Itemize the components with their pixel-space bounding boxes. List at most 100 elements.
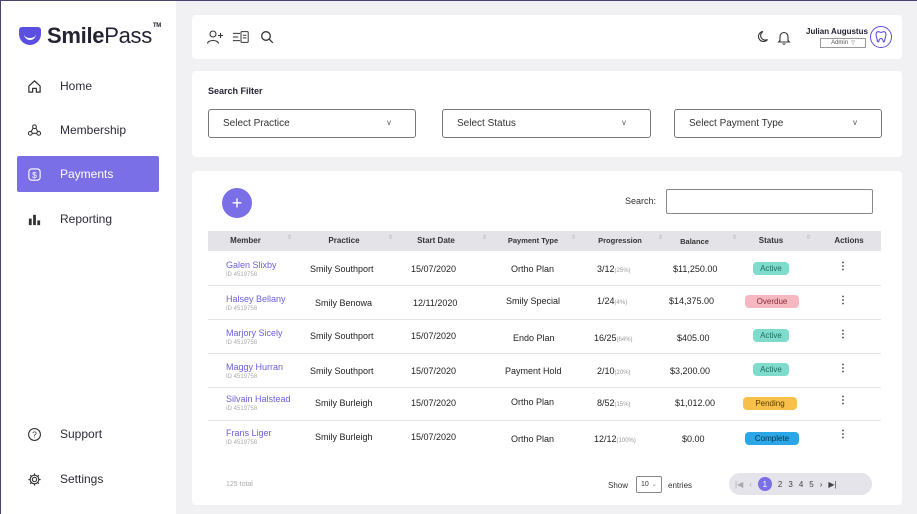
col-header-payment-type[interactable]: Payment Type <box>493 236 573 245</box>
tooth-icon <box>875 31 887 43</box>
next-page-icon[interactable]: › <box>820 480 823 489</box>
nav-item-membership[interactable]: Membership <box>17 112 159 148</box>
home-icon <box>25 77 43 95</box>
more-actions-icon[interactable]: ⋮ <box>838 363 848 374</box>
svg-text:$: $ <box>32 169 37 179</box>
avatar[interactable] <box>870 26 892 48</box>
more-actions-icon[interactable]: ⋮ <box>838 295 848 306</box>
sort-icon[interactable]: ⇳ <box>571 235 576 241</box>
member-name-link[interactable]: Galen Slixby <box>226 260 277 270</box>
sort-icon[interactable]: ⇳ <box>806 235 811 241</box>
progression-cell: 1/24(4%) <box>597 296 627 306</box>
progression-cell: 3/12(25%) <box>597 264 631 274</box>
select-status-label: Select Status <box>457 118 516 129</box>
select-practice[interactable]: Select Practice v <box>208 109 416 138</box>
search-icon[interactable] <box>258 28 276 46</box>
col-header-start-date[interactable]: Start Date <box>401 236 471 245</box>
add-payment-button[interactable]: + <box>222 188 252 218</box>
svg-text:?: ? <box>32 429 37 439</box>
member-name-link[interactable]: Frans Liger <box>226 428 272 438</box>
col-header-balance[interactable]: Balance <box>667 237 722 246</box>
add-user-icon[interactable] <box>206 28 224 46</box>
page-size-select[interactable]: 10 ⌄ <box>636 476 662 493</box>
nav-label-payments: Payments <box>60 167 114 181</box>
page-button[interactable]: 2 <box>778 480 782 489</box>
progression-cell: 16/25(64%) <box>594 333 633 343</box>
progression-value: 8/52 <box>597 398 615 408</box>
start-date-cell: 15/07/2020 <box>411 366 457 376</box>
progression-value: 3/12 <box>597 264 615 274</box>
dollar-icon: $ <box>25 165 43 183</box>
nav-item-payments[interactable]: $ Payments <box>17 156 159 192</box>
more-actions-icon[interactable]: ⋮ <box>838 261 848 272</box>
nav-item-settings[interactable]: Settings <box>17 461 159 497</box>
progression-value: 16/25 <box>594 333 617 343</box>
sort-icon[interactable]: ⇳ <box>388 235 393 241</box>
last-page-icon[interactable]: ▶| <box>828 480 836 489</box>
list-edit-icon[interactable] <box>232 28 250 46</box>
page-button[interactable]: 3 <box>788 480 792 489</box>
chevron-down-icon: v <box>853 118 857 127</box>
nav-item-support[interactable]: ? Support <box>17 416 159 452</box>
chevron-down-icon: v <box>387 118 391 127</box>
show-label: Show <box>608 481 629 490</box>
sort-icon[interactable]: ⇳ <box>732 235 737 241</box>
table-row[interactable]: Galen Slixby ID 4519758 Smily Southport … <box>208 252 881 286</box>
member-name-link[interactable]: Maggy Hurran <box>226 362 283 372</box>
table-row[interactable]: Silvain Halstead ID 4519758 Smily Burlei… <box>208 387 881 421</box>
prev-page-icon[interactable]: ‹ <box>749 480 752 489</box>
payment-type-cell: Payment Hold <box>505 366 562 376</box>
balance-cell: $0.00 <box>682 434 705 444</box>
moon-icon[interactable] <box>755 28 773 46</box>
progression-percent: (100%) <box>616 438 636 444</box>
member-name-link[interactable]: Halsey Bellany <box>226 294 286 304</box>
more-actions-icon[interactable]: ⋮ <box>838 429 848 440</box>
table-row[interactable]: Marjory Sicely ID 4519758 Smily Southpor… <box>208 320 881 354</box>
user-name: Julian Augustus <box>806 27 868 36</box>
chevron-down-icon: ▽ <box>851 40 855 46</box>
payments-table-panel: + Search: Member ⇳ Practice ⇳ Start Date… <box>192 171 902 505</box>
sort-icon[interactable]: ⇳ <box>482 235 487 241</box>
start-date-cell: 15/07/2020 <box>411 432 457 442</box>
nav-item-home[interactable]: Home <box>17 68 159 104</box>
more-actions-icon[interactable]: ⋮ <box>838 395 848 406</box>
select-payment-type[interactable]: Select Payment Type v <box>674 109 882 138</box>
practice-cell: Smily Benowa <box>315 298 373 308</box>
logo[interactable]: SmilePassTM <box>19 23 161 49</box>
more-actions-icon[interactable]: ⋮ <box>838 329 848 340</box>
sort-icon[interactable]: ⇳ <box>287 235 292 241</box>
practice-cell: Smily Burleigh <box>315 398 373 408</box>
payment-type-cell: Endo Plan <box>513 333 555 343</box>
col-header-actions: Actions <box>834 236 864 245</box>
select-status[interactable]: Select Status v <box>442 109 651 138</box>
table-row[interactable]: Frans Liger ID 4519758 Smily Burleigh 15… <box>208 421 881 455</box>
member-name-link[interactable]: Silvain Halstead <box>226 394 291 404</box>
progression-percent: (4%) <box>614 300 628 306</box>
table-row[interactable]: Halsey Bellany ID 4519758 Smily Benowa 1… <box>208 286 881 320</box>
start-date-cell: 15/07/2020 <box>411 398 457 408</box>
chevron-down-icon: v <box>622 118 626 127</box>
brand-name-light: Pass <box>104 23 152 48</box>
col-header-member[interactable]: Member <box>218 236 273 245</box>
table-row[interactable]: Maggy Hurran ID 4519758 Smily Southport … <box>208 354 881 388</box>
sort-icon[interactable]: ⇳ <box>658 235 663 241</box>
page-button[interactable]: 5 <box>809 480 813 489</box>
practice-cell: Smily Southport <box>310 331 374 341</box>
search-input[interactable] <box>666 189 873 214</box>
col-header-practice[interactable]: Practice <box>314 236 374 245</box>
member-name-link[interactable]: Marjory Sicely <box>226 328 283 338</box>
role-dropdown[interactable]: Admin ▽ <box>820 38 866 48</box>
search-label: Search: <box>625 196 657 206</box>
smile-logo-icon <box>19 27 41 45</box>
member-id: ID 4519758 <box>226 440 258 446</box>
balance-cell: $11,250.00 <box>673 264 718 274</box>
col-header-progression[interactable]: Progression <box>583 236 657 245</box>
payment-type-cell: Ortho Plan <box>511 434 555 444</box>
page-button[interactable]: 1 <box>757 477 772 491</box>
nav-item-reporting[interactable]: Reporting <box>17 201 159 237</box>
membership-icon <box>25 121 43 139</box>
first-page-icon[interactable]: |◀ <box>735 480 743 489</box>
col-header-status[interactable]: Status <box>742 236 800 245</box>
page-button[interactable]: 4 <box>799 480 803 489</box>
bell-icon[interactable] <box>775 28 793 46</box>
